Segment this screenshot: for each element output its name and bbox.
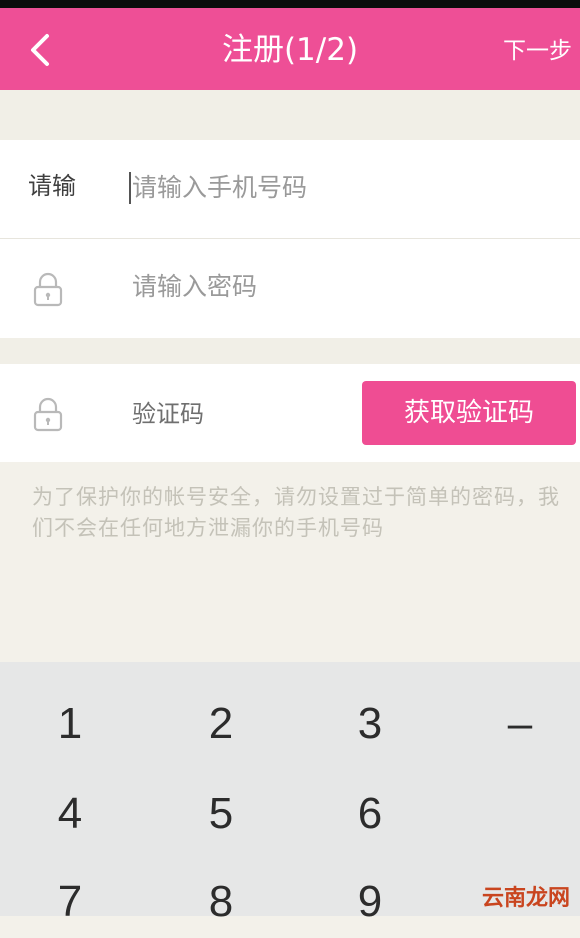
password-row <box>0 239 580 338</box>
key-9[interactable]: 9 <box>310 866 430 938</box>
key-6[interactable]: 6 <box>310 778 430 850</box>
credentials-card: 请输 <box>0 140 580 338</box>
verification-card: 获取验证码 <box>0 364 580 462</box>
phone-row: 请输 <box>0 140 580 239</box>
watermark-logo: 云南龙网 <box>481 886 570 911</box>
text-cursor <box>129 172 131 204</box>
password-input[interactable] <box>128 265 492 307</box>
phone-input[interactable] <box>128 166 492 208</box>
lock-icon <box>33 397 63 432</box>
section-spacer <box>0 338 580 364</box>
key-5[interactable]: 5 <box>161 778 281 850</box>
next-step-button[interactable]: 下一步 <box>503 34 572 68</box>
verification-code-input[interactable] <box>128 394 332 434</box>
key-1[interactable]: 1 <box>10 688 130 760</box>
page-title: 注册(1/2) <box>221 32 359 68</box>
app-header: 注册(1/2) 下一步 <box>0 8 580 90</box>
lock-icon <box>33 272 63 307</box>
numeric-keyboard: 1 2 3 – 4 5 6 7 8 9 云南龙网 <box>0 662 580 926</box>
get-code-button[interactable]: 获取验证码 <box>362 381 576 445</box>
section-spacer <box>0 90 580 140</box>
security-hint: 为了保护你的帐号安全，请勿设置过于简单的密码，我们不会在任何地方泄漏你的手机号码 <box>32 485 560 540</box>
key-7[interactable]: 7 <box>10 866 130 938</box>
key-minus[interactable]: – <box>460 688 580 760</box>
key-4[interactable]: 4 <box>10 778 130 850</box>
key-2[interactable]: 2 <box>161 688 281 760</box>
key-3[interactable]: 3 <box>310 688 430 760</box>
phone-label: 请输 <box>28 172 76 200</box>
status-bar <box>0 0 580 8</box>
key-8[interactable]: 8 <box>161 866 281 938</box>
